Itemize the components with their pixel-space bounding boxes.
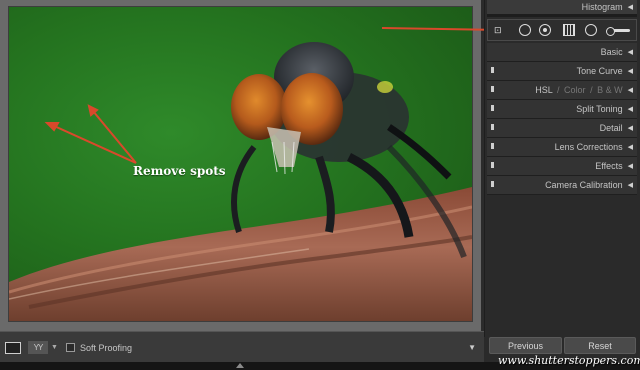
section-effects[interactable]: Effects ◀ [487,157,637,176]
collapse-triangle-icon: ◀ [627,4,633,11]
section-camera-calibration-label: Camera Calibration [545,180,623,190]
radial-filter-icon[interactable] [585,24,597,36]
section-tone-curve-label: Tone Curve [576,66,623,76]
collapse-triangle-icon: ◀ [627,87,633,94]
section-effects-label: Effects [595,161,623,171]
section-hsl-label: HSL / Color / B & W [535,85,622,95]
panel-switch-icon[interactable] [491,105,494,111]
adjustment-brush-icon[interactable] [606,27,630,36]
annotation-label: Remove spots [133,164,226,178]
filmstrip-toggle-icon[interactable] [236,363,244,368]
image-canvas: Remove spots [0,0,481,331]
section-hsl[interactable]: HSL / Color / B & W ◀ [487,81,637,100]
soft-proofing-label: Soft Proofing [79,342,132,353]
section-tone-curve[interactable]: Tone Curve ◀ [487,62,637,81]
histogram-label: Histogram [581,2,623,12]
spot-removal-icon[interactable] [519,24,531,36]
crop-icon[interactable]: ⊡ [494,25,505,35]
section-basic[interactable]: Basic ◀ [487,43,637,62]
panel-switch-icon[interactable] [491,143,494,149]
red-eye-icon[interactable] [539,24,551,36]
collapse-triangle-icon: ◀ [627,125,633,132]
panel-switch-icon[interactable] [491,181,494,187]
watermark: www.shutterstoppers.com [498,354,640,367]
histogram-header[interactable]: Histogram ◀ [487,0,637,15]
section-basic-label: Basic [600,47,623,57]
panel-switch-icon[interactable] [491,162,494,168]
develop-panel: Histogram ◀ ⊡ Basic ◀ Tone Curve ◀ HSL /… [484,0,640,362]
compare-view-button[interactable]: YY [28,341,48,354]
reset-button[interactable]: Reset [564,337,636,354]
section-lens-corrections[interactable]: Lens Corrections ◀ [487,138,637,157]
photo-content [9,42,472,321]
collapse-triangle-icon: ◀ [627,106,633,113]
collapse-triangle-icon: ◀ [627,163,633,170]
section-detail-label: Detail [599,123,623,133]
tool-strip: ⊡ [487,19,637,41]
section-lens-corrections-label: Lens Corrections [554,142,623,152]
section-split-toning[interactable]: Split Toning ◀ [487,100,637,119]
section-split-toning-label: Split Toning [576,104,623,114]
panel-switch-icon[interactable] [491,86,494,92]
color-tab[interactable]: Color [564,85,586,95]
bottom-toolbar: YY ▼ Soft Proofing ▼ [0,331,484,363]
section-detail[interactable]: Detail ◀ [487,119,637,138]
section-camera-calibration[interactable]: Camera Calibration ◀ [487,176,637,195]
panel-switch-icon[interactable] [491,124,494,130]
compare-dropdown-icon[interactable]: ▼ [51,344,58,351]
loupe-view-button[interactable] [5,341,21,354]
toolbar-menu-icon[interactable]: ▼ [468,343,476,352]
hsl-tab[interactable]: HSL [535,85,552,95]
photo-preview[interactable]: Remove spots [9,7,472,321]
collapse-triangle-icon: ◀ [627,68,633,75]
panel-switch-icon[interactable] [491,67,494,73]
collapse-triangle-icon: ◀ [627,182,633,189]
histogram-area [487,14,637,17]
soft-proofing-checkbox[interactable] [65,343,75,352]
collapse-triangle-icon: ◀ [627,49,633,56]
graduated-filter-icon[interactable] [563,24,575,36]
separator: / [590,85,593,95]
collapse-triangle-icon: ◀ [627,144,633,151]
bw-tab[interactable]: B & W [597,85,623,95]
previous-button[interactable]: Previous [489,337,562,354]
separator: / [557,85,560,95]
